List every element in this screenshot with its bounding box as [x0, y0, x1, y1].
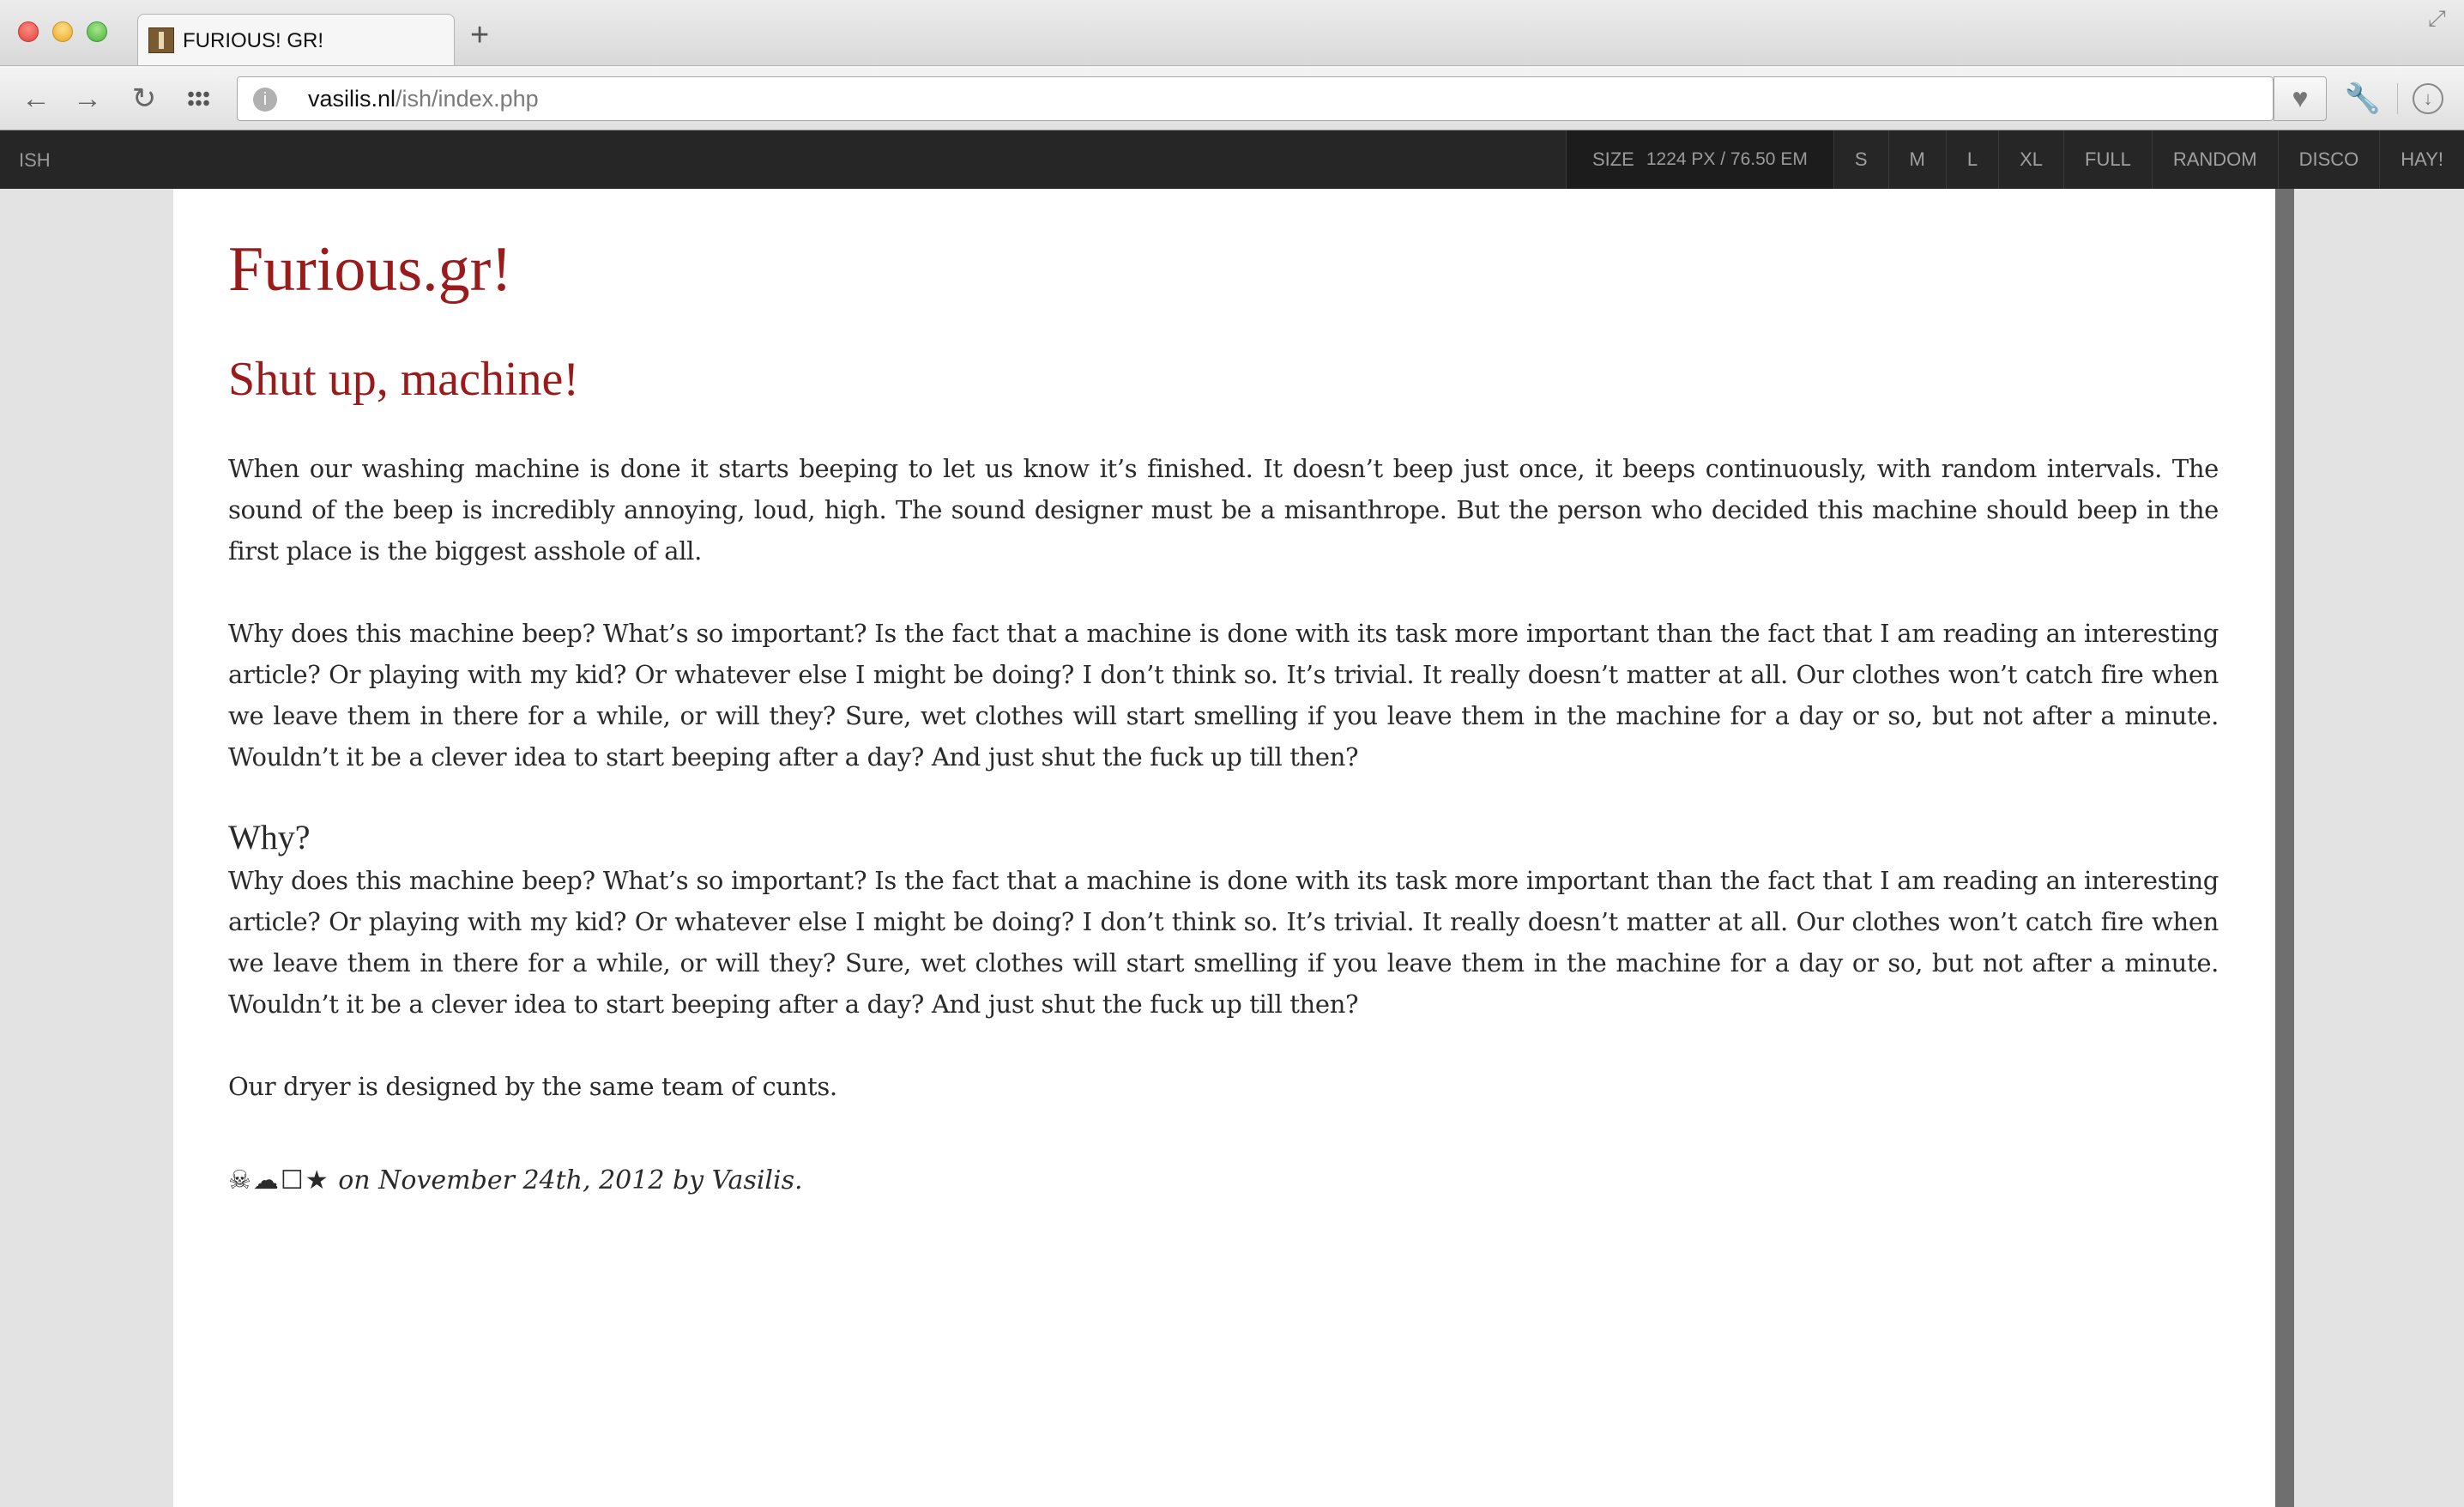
wrench-icon[interactable]: 🔧	[2344, 80, 2382, 118]
site-info-icon[interactable]: i	[253, 88, 277, 112]
meta-icons: ☠☁☐★	[228, 1165, 330, 1195]
ish-button-hay[interactable]: HAY!	[2379, 130, 2464, 189]
ish-button-s[interactable]: S	[1833, 130, 1888, 189]
tab-title: FURIOUS! GR!	[183, 29, 324, 52]
toolbar-divider	[2397, 83, 2398, 114]
page-frame: Furious.gr! Shut up, machine! When our w…	[173, 189, 2275, 1507]
article: Furious.gr! Shut up, machine! When our w…	[228, 232, 2219, 1201]
close-window-button[interactable]	[18, 21, 39, 42]
ish-logo[interactable]: ISH	[19, 149, 51, 172]
url-host: vasilis.nl	[308, 86, 396, 112]
ish-button-l[interactable]: L	[1945, 130, 1998, 189]
post-meta-text: on November 24th, 2012 by Vasilis.	[338, 1165, 803, 1195]
browser-toolbar: ← → ↻ i vasilis.nl/ish/index.php ♥ 🔧 ↓	[0, 65, 2464, 130]
browser-tab[interactable]: FURIOUS! GR!	[137, 14, 455, 65]
zoom-window-button[interactable]	[87, 21, 107, 42]
minimize-window-button[interactable]	[52, 21, 73, 42]
address-bar[interactable]: i vasilis.nl/ish/index.php	[237, 76, 2274, 121]
url-text[interactable]: vasilis.nl/ish/index.php	[308, 86, 539, 112]
ish-button-m[interactable]: M	[1887, 130, 1946, 189]
ish-button-disco[interactable]: DISCO	[2277, 130, 2380, 189]
paragraph-4: Our dryer is designed by the same team o…	[228, 1072, 837, 1101]
ish-size-display: SIZE 1224 PX / 76.50 EM	[1565, 130, 1833, 189]
paragraph-2: Why does this machine beep? What’s so im…	[228, 619, 2219, 772]
post-title[interactable]: Shut up, machine!	[228, 350, 2219, 409]
ish-controls: SIZE 1224 PX / 76.50 EM S M L XL FULL RA…	[1565, 130, 2464, 189]
ish-button-xl[interactable]: XL	[1998, 130, 2063, 189]
reload-icon[interactable]: ↻	[125, 80, 163, 118]
subheading-why: Why?	[228, 818, 311, 856]
url-path: /ish/index.php	[396, 86, 539, 112]
new-tab-button[interactable]: +	[470, 19, 489, 51]
post-meta: ☠☁☐★ on November 24th, 2012 by Vasilis.	[228, 1160, 2219, 1201]
download-icon[interactable]: ↓	[2413, 83, 2443, 114]
ish-button-full[interactable]: FULL	[2063, 130, 2152, 189]
browser-tab-bar: FURIOUS! GR! + ⤢	[0, 0, 2464, 65]
ish-size-value: 1224 PX / 76.50 EM	[1646, 149, 1808, 169]
paragraph-3: Why does this machine beep? What’s so im…	[228, 866, 2219, 1019]
forward-arrow-icon[interactable]: →	[69, 80, 106, 118]
ish-size-label: SIZE	[1591, 148, 1634, 170]
viewport-surround	[0, 189, 173, 1507]
resize-handle[interactable]	[2275, 189, 2294, 1507]
paragraph-1: When our washing machine is done it star…	[228, 454, 2219, 566]
favicon-icon	[148, 27, 174, 53]
site-title[interactable]: Furious.gr!	[228, 232, 2219, 307]
heart-icon[interactable]: ♥	[2274, 76, 2327, 121]
apps-grid-icon[interactable]	[180, 80, 218, 118]
ish-button-random[interactable]: RANDOM	[2151, 130, 2278, 189]
fullscreen-icon[interactable]: ⤢	[2428, 5, 2455, 33]
back-arrow-icon[interactable]: ←	[17, 80, 55, 118]
ish-bar: ISH SIZE 1224 PX / 76.50 EM S M L XL FUL…	[0, 130, 2464, 189]
